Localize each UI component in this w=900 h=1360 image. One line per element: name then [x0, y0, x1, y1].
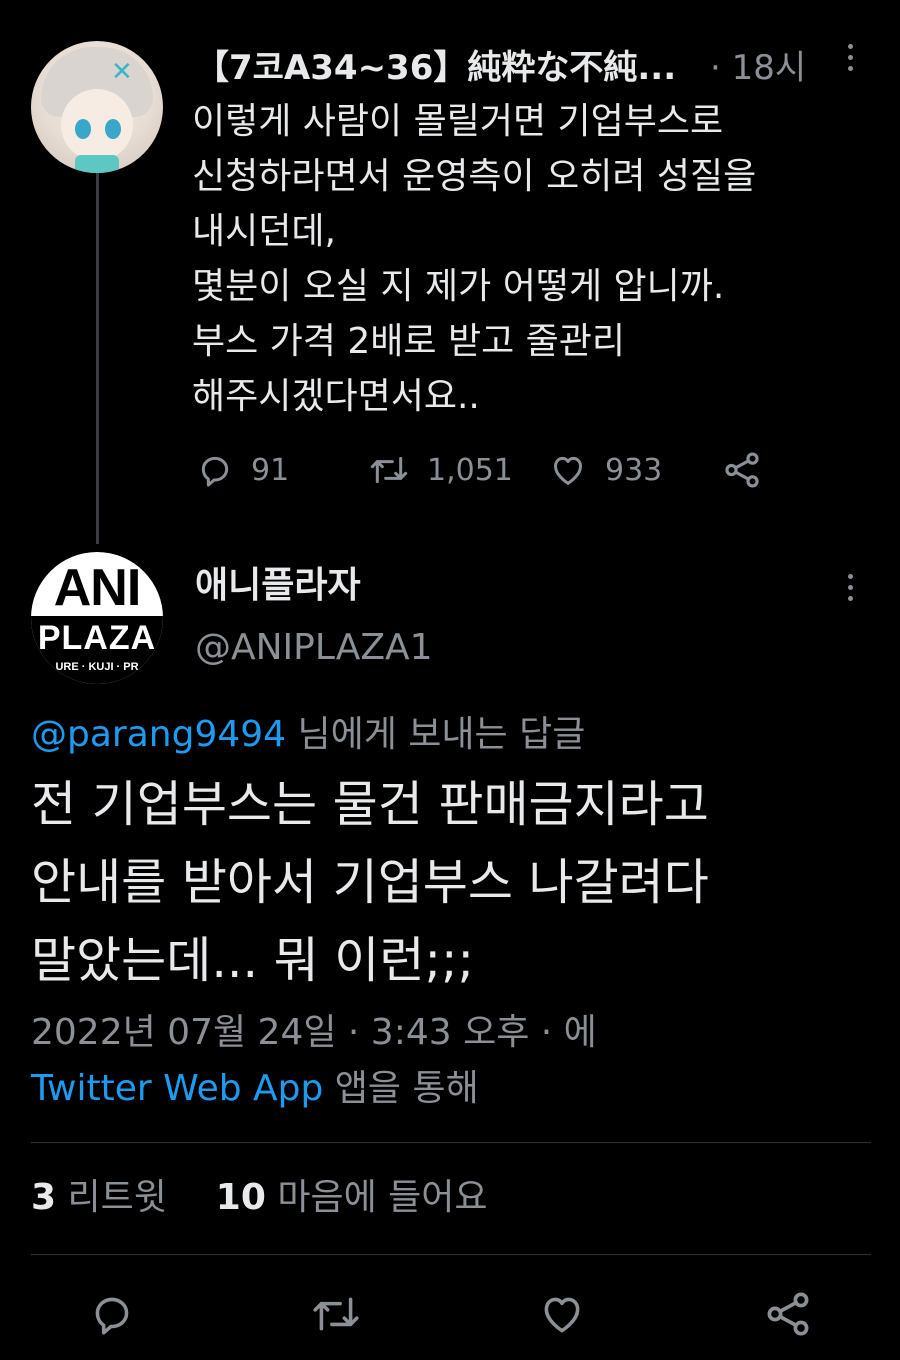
share-button[interactable]	[721, 446, 763, 494]
avatar-logo-subtext: URE · KUJI · PR	[31, 660, 163, 684]
like-icon	[554, 456, 582, 485]
tweet-source: Twitter Web App 앱을 통해	[31, 1064, 479, 1114]
parent-timestamp[interactable]: · 18시	[710, 46, 806, 90]
like-count: 933	[605, 452, 663, 488]
tweet-text-line: 말았는데... 뭐 이런;;;	[31, 932, 474, 989]
tweet-stats: 3 리트윗 10 마음에 들어요	[31, 1172, 488, 1224]
reply-action-bar	[0, 1284, 900, 1348]
tweet-date[interactable]: 2022년 07월 24일 · 3:43 오후 · 에	[31, 1008, 597, 1058]
avatar-face	[61, 89, 133, 161]
replying-to-line: @parang9494 님에게 보내는 답글	[31, 711, 585, 759]
tweet-text-line: 신청하라면서 운영측이 오히려 성질을	[192, 156, 757, 197]
mention-link[interactable]: @parang9494	[31, 714, 286, 755]
avatar-collar	[75, 155, 119, 173]
reply-tweet-text: 전 기업부스는 물건 판매금지라고 안내를 받아서 기업부스 나갈려다 말았는데…	[31, 766, 871, 1000]
tweet-text-line: 전 기업부스는 물건 판매금지라고	[31, 776, 709, 833]
tweet-text-line: 해주시겠다면서요..	[192, 376, 480, 417]
tweet-text-line: 부스 가격 2배로 받고 줄관리	[192, 321, 625, 362]
reply-count: 91	[251, 452, 290, 488]
retweet-button[interactable]: 1,051	[367, 446, 513, 494]
retweet-button[interactable]	[308, 1284, 364, 1344]
parent-tweet-text: 이렇게 사람이 몰릴거면 기업부스로 신청하라면서 운영측이 오히려 성질을 내…	[192, 94, 852, 424]
avatar-logo-text: ANI	[53, 559, 142, 617]
hair-clip-icon: ✕	[111, 57, 133, 87]
parent-display-name[interactable]: 【7코A34~36】純粋な不純...	[195, 46, 676, 90]
reply-icon	[201, 456, 229, 487]
like-button[interactable]: 933	[547, 446, 662, 494]
thread-connector-line	[96, 172, 99, 544]
share-icon	[767, 1292, 809, 1336]
parent-action-bar: 91 1,051 933	[195, 446, 795, 494]
divider	[31, 1142, 871, 1143]
reply-button[interactable]	[84, 1284, 140, 1344]
aniplaza-avatar[interactable]: ANI PLAZA URE · KUJI · PR	[31, 552, 163, 684]
avatar-eye	[105, 119, 121, 139]
retweets-stat[interactable]: 3 리트윗	[31, 1177, 167, 1218]
source-app-link[interactable]: Twitter Web App	[31, 1068, 323, 1109]
tweet-text-line: 몇분이 오실 지 제가 어떻게 압니까.	[192, 266, 725, 307]
replying-to-label: 님에게 보내는 답글	[286, 714, 586, 755]
likes-stat[interactable]: 10 마음에 들어요	[216, 1177, 488, 1218]
tweet-text-line: 이렇게 사람이 몰릴거면 기업부스로	[192, 101, 724, 142]
reply-handle[interactable]: @ANIPLAZA1	[195, 624, 433, 672]
avatar-eye	[75, 119, 91, 139]
divider	[31, 1254, 871, 1255]
reply-button[interactable]: 91	[195, 446, 289, 494]
avatar[interactable]: ✕	[31, 41, 163, 173]
avatar-logo-text: PLAZA	[31, 616, 163, 660]
retweet-icon	[313, 1297, 359, 1331]
more-icon[interactable]	[844, 574, 856, 601]
like-button[interactable]	[534, 1284, 590, 1344]
retweet-icon	[370, 456, 408, 484]
tweet-text-line: 내시던데,	[192, 211, 336, 252]
source-suffix: 앱을 통해	[323, 1068, 479, 1109]
retweet-count: 1,051	[427, 452, 513, 488]
more-icon[interactable]	[844, 44, 856, 71]
like-icon	[544, 1297, 580, 1333]
reply-icon	[95, 1297, 129, 1335]
reply-display-name[interactable]: 애니플라자	[195, 562, 361, 610]
share-icon	[725, 452, 759, 488]
tweet-text-line: 안내를 받아서 기업부스 나갈려다	[31, 854, 709, 911]
share-button[interactable]	[760, 1284, 816, 1344]
